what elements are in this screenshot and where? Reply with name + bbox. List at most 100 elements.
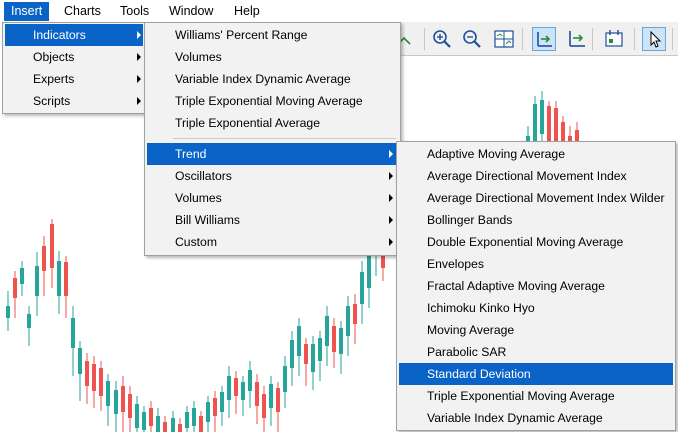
candle-body: [114, 390, 118, 414]
menu-item-envelopes[interactable]: Envelopes: [399, 253, 673, 275]
submenu-arrow-icon: [389, 194, 393, 202]
menu-item-label: Scripts: [33, 94, 71, 108]
menu-item-williams-percent-range[interactable]: Williams' Percent Range: [147, 24, 398, 46]
menu-item-scripts[interactable]: Scripts: [5, 90, 143, 112]
menu-item-label: Variable Index Dynamic Average: [175, 72, 351, 86]
trend-menu: Adaptive Moving Average Average Directio…: [396, 141, 676, 431]
candle-body: [192, 408, 196, 426]
candle-body: [547, 106, 551, 141]
menu-item-experts[interactable]: Experts: [5, 68, 143, 90]
candle-body: [128, 394, 132, 418]
menu-item-label: Objects: [33, 50, 75, 64]
candle-body: [353, 304, 357, 324]
candle-body: [269, 384, 273, 408]
candle-body: [346, 306, 350, 336]
menu-item-label: Bill Williams: [175, 213, 240, 227]
candle-body: [241, 382, 245, 400]
zoom-in-button[interactable]: [430, 27, 454, 51]
candle-body: [234, 378, 238, 396]
menu-item-label: Triple Exponential Moving Average: [175, 94, 363, 108]
menu-item-label: Williams' Percent Range: [175, 28, 308, 42]
zoom-out-button[interactable]: [460, 27, 484, 51]
candle-body: [35, 266, 39, 296]
menu-tools[interactable]: Tools: [113, 2, 156, 21]
candle-body: [163, 422, 167, 432]
auto-scroll-button[interactable]: [564, 27, 588, 51]
menu-item-label: Volumes: [175, 191, 222, 205]
menu-item-moving-average[interactable]: Moving Average: [399, 319, 673, 341]
menu-item-variable-index-dynamic-average[interactable]: Variable Index Dynamic Average: [147, 68, 398, 90]
menu-bar: Insert Charts Tools Window Help: [0, 0, 678, 22]
cursor-button[interactable]: [642, 27, 666, 51]
menu-item-custom[interactable]: Custom: [147, 231, 398, 253]
candle-body: [304, 344, 308, 364]
candle-body: [297, 326, 301, 356]
candle-body: [311, 344, 315, 372]
candle-body: [213, 398, 217, 416]
menu-item-bill-williams[interactable]: Bill Williams: [147, 209, 398, 231]
menu-item-adaptive-moving-average[interactable]: Adaptive Moving Average: [399, 143, 673, 165]
candle-body: [227, 376, 231, 400]
candle-body: [339, 328, 343, 354]
menu-item-label: Trend: [175, 147, 207, 161]
candle-body: [121, 386, 125, 412]
menu-item-label: Triple Exponential Average: [175, 116, 320, 130]
candle-body: [171, 418, 175, 432]
menu-item-label: Moving Average: [427, 323, 515, 337]
submenu-arrow-icon: [137, 53, 141, 61]
menu-item-parabolic-sar[interactable]: Parabolic SAR: [399, 341, 673, 363]
menu-item-label: Average Directional Movement Index: [427, 169, 627, 183]
candle-body: [325, 316, 329, 346]
menu-item-volumes-group[interactable]: Volumes: [147, 187, 398, 209]
candle-body: [85, 361, 89, 386]
candle-body: [106, 381, 110, 406]
menu-insert[interactable]: Insert: [4, 2, 50, 21]
menu-help[interactable]: Help: [227, 2, 267, 21]
candle-body: [99, 368, 103, 396]
period-separators-button[interactable]: [602, 27, 626, 51]
menu-item-label: Indicators: [33, 28, 86, 42]
menu-item-oscillators[interactable]: Oscillators: [147, 165, 398, 187]
chart-shift-button[interactable]: [532, 27, 556, 51]
menu-item-standard-deviation[interactable]: Standard Deviation: [399, 363, 673, 385]
candle-body: [71, 318, 75, 348]
menu-item-double-exponential-moving-average[interactable]: Double Exponential Moving Average: [399, 231, 673, 253]
menu-item-label: Standard Deviation: [427, 367, 531, 381]
menu-item-label: Custom: [175, 235, 217, 249]
menu-item-bollinger-bands[interactable]: Bollinger Bands: [399, 209, 673, 231]
menu-window[interactable]: Window: [162, 2, 220, 21]
menu-item-indicators[interactable]: Indicators: [5, 24, 143, 46]
menu-item-volumes[interactable]: Volumes: [147, 46, 398, 68]
menu-item-triple-exponential-moving-average[interactable]: Triple Exponential Moving Average: [147, 90, 398, 112]
candle-body: [332, 326, 336, 352]
menu-item-objects[interactable]: Objects: [5, 46, 143, 68]
menu-item-ichimoku-kinko-hyo[interactable]: Ichimoku Kinko Hyo: [399, 297, 673, 319]
menu-item-fractal-adaptive-moving-average[interactable]: Fractal Adaptive Moving Average: [399, 275, 673, 297]
candle-body: [20, 268, 24, 284]
menu-item-label: Oscillators: [175, 169, 232, 183]
candle-body: [50, 224, 54, 268]
menu-item-triple-exponential-average[interactable]: Triple Exponential Average: [147, 112, 398, 134]
menu-item-average-directional-movement-index[interactable]: Average Directional Movement Index: [399, 165, 673, 187]
candle-body: [262, 394, 266, 418]
toolbar-separator: [424, 28, 425, 50]
submenu-arrow-icon: [389, 172, 393, 180]
candle-body: [575, 130, 579, 141]
menu-charts[interactable]: Charts: [57, 2, 108, 21]
candle-body: [27, 314, 31, 328]
menu-item-triple-exponential-moving-average-trend[interactable]: Triple Exponential Moving Average: [399, 385, 673, 407]
candle-body: [199, 416, 203, 432]
submenu-arrow-icon: [389, 238, 393, 246]
toolbar-separator: [634, 28, 635, 50]
menu-item-adx-wilder[interactable]: Average Directional Movement Index Wilde…: [399, 187, 673, 209]
insert-menu: Indicators Objects Experts Scripts: [2, 22, 146, 114]
candle-body: [92, 364, 96, 391]
menu-item-label: Adaptive Moving Average: [427, 147, 565, 161]
menu-separator: [173, 138, 396, 139]
menu-item-variable-index-dynamic-average-trend[interactable]: Variable Index Dynamic Average: [399, 407, 673, 429]
tile-windows-button[interactable]: [492, 27, 516, 51]
candle-body: [13, 278, 17, 298]
menu-item-label: Average Directional Movement Index Wilde…: [427, 191, 665, 205]
indicators-menu: Williams' Percent Range Volumes Variable…: [144, 22, 401, 256]
menu-item-trend[interactable]: Trend: [147, 143, 398, 165]
